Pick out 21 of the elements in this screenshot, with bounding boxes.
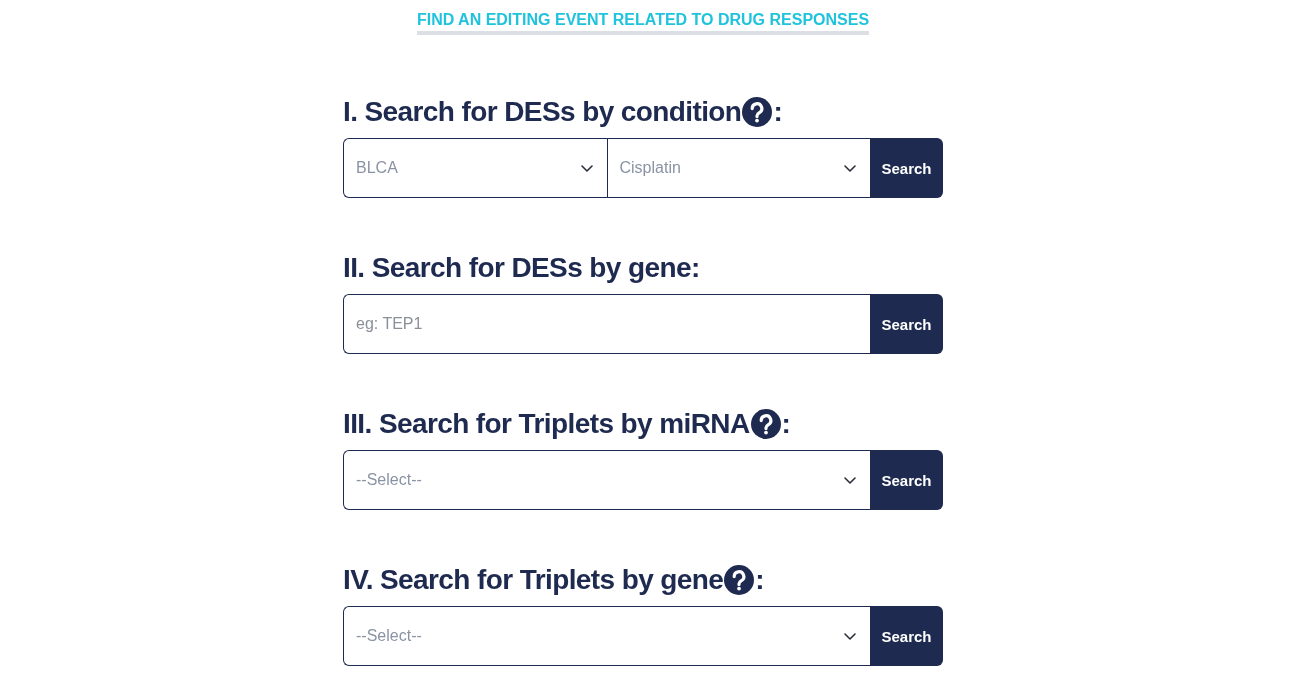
- heading-colon: :: [755, 563, 765, 597]
- heading-colon: :: [773, 95, 783, 129]
- help-icon[interactable]: [750, 409, 781, 439]
- search-button[interactable]: Search: [870, 294, 943, 354]
- chevron-down-icon: [580, 164, 593, 172]
- chevron-down-icon: [844, 632, 856, 640]
- chevron-down-icon: [844, 476, 856, 484]
- section-heading: III. Search for Triplets by miRNA: [343, 407, 750, 441]
- search-button[interactable]: Search: [870, 606, 943, 666]
- help-icon[interactable]: [724, 565, 755, 595]
- page-title: FIND AN EDITING EVENT RELATED TO DRUG RESPONSES: [416, 10, 870, 30]
- search-button[interactable]: Search: [870, 138, 943, 198]
- chevron-down-icon: [844, 164, 856, 172]
- heading-colon: :: [690, 251, 700, 285]
- section-heading: IV. Search for Triplets by gene: [343, 563, 724, 597]
- section-heading: I. Search for DESs by condition: [343, 95, 742, 129]
- heading-colon: :: [781, 407, 791, 441]
- section-heading: II. Search for DESs by gene: [343, 251, 691, 285]
- gene-input[interactable]: eg: TEP1: [343, 294, 870, 354]
- help-icon[interactable]: [742, 97, 773, 127]
- search-button[interactable]: Search: [870, 450, 943, 510]
